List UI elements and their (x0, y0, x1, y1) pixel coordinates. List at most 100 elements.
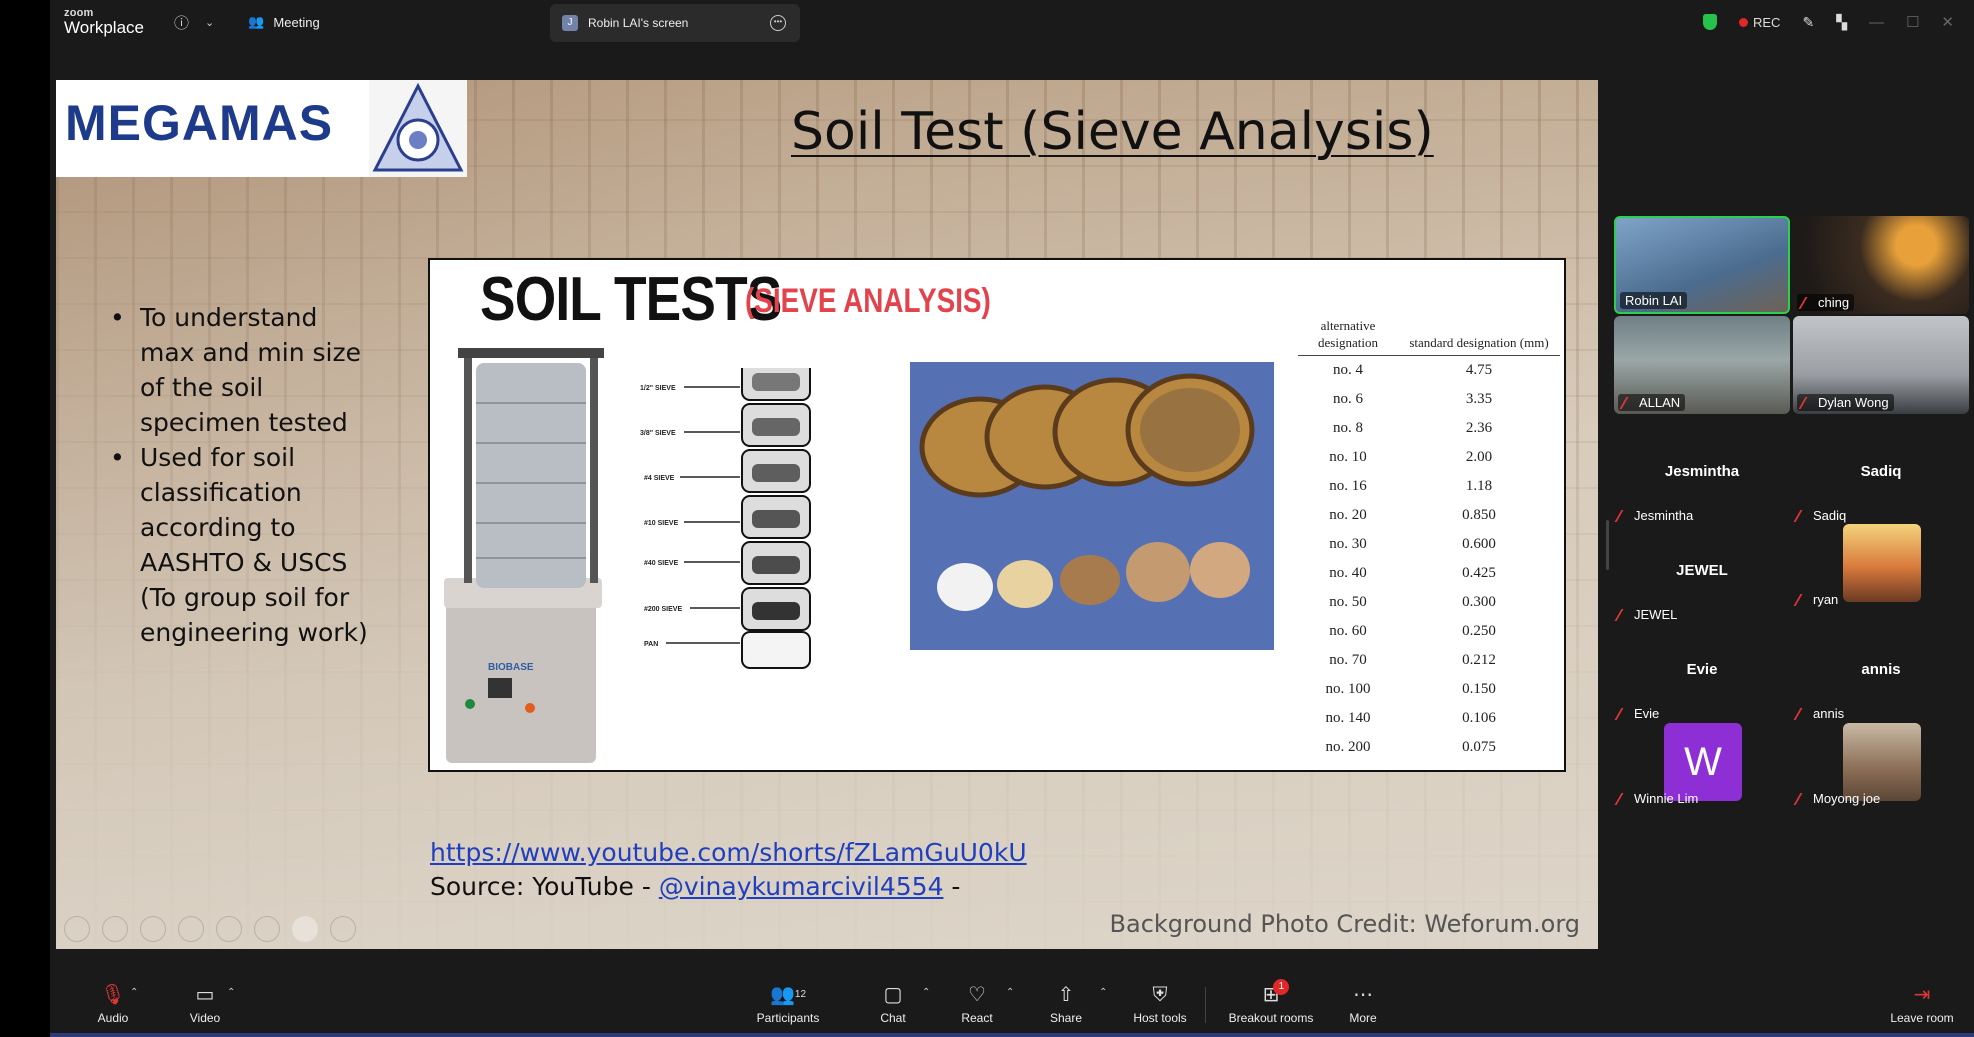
participant-tile-no-video[interactable]: Jesmintha Jesmintha (1614, 436, 1790, 534)
participant-name: Jesmintha (1614, 508, 1693, 523)
standard-designation: 0.250 (1462, 623, 1496, 639)
shared-screen-tab[interactable]: J Robin LAI's screen ••• (550, 4, 800, 42)
minimize-button[interactable]: — (1869, 14, 1884, 31)
participant-tile-no-video[interactable]: JEWEL JEWEL (1614, 535, 1790, 633)
participant-avatar (1843, 524, 1921, 602)
sieve-label: #10 SIEVE (644, 520, 679, 527)
breakout-rooms-button[interactable]: ⊞ 1 Breakout rooms (1226, 979, 1316, 1025)
sieve-stack-diagram: 1/2" SIEVE 3/8" SIEVE #4 SIEVE #10 SIEVE… (640, 368, 811, 669)
alternative-designation: no. 70 (1329, 652, 1367, 668)
participant-name-text: ryan (1813, 592, 1839, 607)
participant-name-text: Moyong joe (1813, 791, 1881, 806)
participant-tile-no-video[interactable]: Moyong joe (1793, 709, 1969, 807)
slide-navigation (64, 916, 356, 942)
host-tools-button[interactable]: ⛨ Host tools (1125, 983, 1195, 1025)
table-row: no. 10 2.00 (1298, 443, 1560, 472)
table-row: no. 8 2.36 (1298, 414, 1560, 443)
more-icon[interactable]: ••• (770, 15, 786, 31)
gallery-scrollbar[interactable] (1606, 520, 1609, 570)
youtube-link[interactable]: https://www.youtube.com/shorts/fZLamGuU0… (430, 838, 1027, 867)
more-options-icon[interactable] (330, 916, 356, 942)
participants-button[interactable]: 👥12 Participants (748, 983, 828, 1025)
participant-tile-no-video[interactable]: W Winnie Lim (1614, 709, 1790, 807)
participant-name-text: Winnie Lim (1634, 791, 1699, 806)
video-tile[interactable]: ALLAN (1614, 316, 1790, 414)
rec-label: REC (1753, 14, 1781, 30)
alternative-designation: no. 60 (1329, 623, 1367, 639)
window-bottom-edge (50, 1033, 1974, 1037)
video-tile[interactable]: Robin LAI (1614, 216, 1790, 314)
more-button[interactable]: ⋯ More (1338, 983, 1388, 1025)
zoom-icon[interactable] (216, 916, 242, 942)
table-row: no. 16 1.18 (1298, 472, 1560, 501)
leave-room-button[interactable]: ⇥ Leave room (1884, 983, 1960, 1025)
breakout-label: Breakout rooms (1228, 1011, 1314, 1025)
participant-name: Moyong joe (1793, 791, 1881, 806)
table-row: no. 20 0.850 (1298, 501, 1560, 530)
leave-label: Leave room (1890, 1011, 1954, 1025)
participant-name-text: Dylan Wong (1818, 395, 1889, 410)
standard-designation: 0.300 (1462, 594, 1496, 610)
participant-name-text: Robin LAI (1625, 293, 1683, 308)
standard-designation: 0.106 (1462, 710, 1496, 726)
record-dot-icon (1739, 17, 1748, 27)
video-tile[interactable]: Dylan Wong (1793, 316, 1969, 414)
standard-designation: 0.075 (1462, 739, 1496, 755)
standard-designation: 2.36 (1465, 420, 1493, 436)
slide-title: Soil Test (Sieve Analysis) (791, 102, 1434, 162)
panel-title: SOIL TESTS (480, 265, 782, 334)
more-label: More (1349, 1011, 1377, 1025)
maximize-button[interactable]: ☐ (1906, 13, 1919, 31)
chevron-down-icon[interactable]: ⌄ (205, 16, 214, 29)
bullet-item: Used for soil classification according t… (98, 440, 378, 650)
react-options-chevron-icon[interactable]: ⌃ (1006, 987, 1014, 998)
react-icon: ♡ (968, 984, 986, 1006)
bullet-list: To understand max and min size of the so… (98, 300, 378, 650)
audio-options-chevron-icon[interactable]: ⌃ (130, 987, 138, 998)
chat-button[interactable]: ▢ Chat (868, 983, 918, 1025)
next-slide-icon[interactable] (102, 916, 128, 942)
close-button[interactable]: ✕ (1941, 13, 1954, 31)
react-button[interactable]: ♡ React (952, 983, 1002, 1025)
source-handle-link[interactable]: @vinaykumarcivil4554 (659, 872, 944, 901)
share-options-chevron-icon[interactable]: ⌃ (1099, 987, 1107, 998)
mic-muted-icon (1619, 396, 1637, 409)
participant-name-text: ALLAN (1639, 395, 1681, 410)
video-options-chevron-icon[interactable]: ⌃ (227, 987, 235, 998)
table-row: no. 70 0.212 (1298, 646, 1560, 675)
host-shield-icon: ⛨ (1152, 984, 1168, 1006)
participant-name: JEWEL (1614, 607, 1677, 622)
pen-icon[interactable]: ✎ (1802, 14, 1814, 31)
table-row: no. 200 0.075 (1298, 733, 1560, 762)
prev-slide-icon[interactable] (64, 916, 90, 942)
participant-display-name: Jesmintha (1664, 463, 1740, 480)
table-row: no. 140 0.106 (1298, 704, 1560, 733)
participant-tile-no-video[interactable]: ryan (1793, 510, 1969, 608)
alternative-designation: no. 6 (1333, 391, 1363, 407)
shield-icon[interactable] (1703, 14, 1717, 30)
layout-icon[interactable]: ▚ (1836, 14, 1847, 31)
meeting-menu[interactable]: 👥 Meeting (248, 14, 319, 30)
leave-icon: ⇥ (1913, 984, 1931, 1006)
subtitle-icon[interactable] (254, 916, 280, 942)
mic-muted-icon (1793, 792, 1811, 805)
grid-view-icon[interactable] (178, 916, 204, 942)
more-dots-icon: ⋯ (1353, 984, 1373, 1006)
header-alternative: alternative designation (1318, 318, 1378, 350)
participant-name-text: ching (1818, 295, 1850, 310)
video-tile[interactable]: ching (1793, 216, 1969, 314)
info-icon[interactable]: ⓘ (174, 12, 189, 33)
pen-tool-icon[interactable] (140, 916, 166, 942)
chat-label: Chat (880, 1011, 906, 1025)
table-row: no. 4 4.75 (1298, 356, 1560, 385)
chat-options-chevron-icon[interactable]: ⌃ (922, 987, 930, 998)
source-prefix: Source: YouTube - (430, 872, 659, 901)
share-label: Share (1049, 1011, 1083, 1025)
mic-muted-icon (1798, 396, 1816, 409)
share-button[interactable]: ⇧ Share (1041, 983, 1091, 1025)
participant-name: Winnie Lim (1614, 791, 1699, 806)
video-button[interactable]: ▭ Video (175, 983, 235, 1025)
source-line: Source: YouTube - @vinaykumarcivil4554 - (430, 872, 960, 901)
camera-icon[interactable] (292, 916, 318, 942)
recording-indicator[interactable]: REC (1739, 15, 1780, 30)
